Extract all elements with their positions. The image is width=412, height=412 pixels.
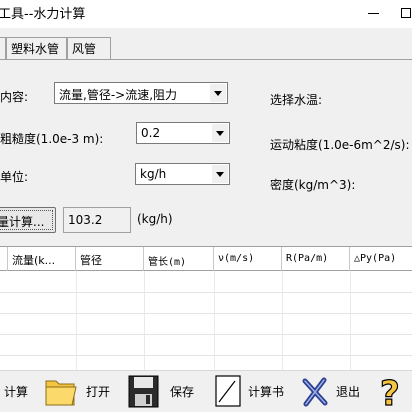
column-header-velocity[interactable]: ν(m/s) (214, 247, 282, 271)
results-table[interactable]: 流量(k... 管径 管长(m) ν(m/s) R(Pa/m) △Py(Pa) (0, 246, 412, 371)
calc-button-label: 计算 (4, 385, 29, 399)
tab-air-duct[interactable]: 风管 (67, 37, 111, 60)
help-question-icon: ? (379, 373, 400, 411)
help-button[interactable]: ? (376, 371, 412, 411)
column-header-diameter[interactable]: 管径 (76, 247, 144, 271)
table-col-line (76, 271, 77, 371)
calc-flow-button[interactable]: 量计算... (0, 207, 56, 233)
exit-x-icon (302, 377, 328, 407)
minimize-button[interactable] (360, 4, 390, 24)
content-label: 内容: (0, 90, 29, 104)
column-header-pressure-drop[interactable]: △Py(Pa) (350, 247, 412, 271)
report-button-label: 计算书 (248, 385, 285, 399)
open-button[interactable]: 打开 (44, 371, 120, 411)
density-label: 密度(kg/m^3): (270, 178, 356, 192)
floppy-disk-icon (128, 375, 159, 408)
roughness-label: 粗糙度(1.0e-3 m): (0, 132, 104, 146)
table-col-line (214, 271, 215, 371)
save-button[interactable]: 保存 (127, 371, 205, 411)
unit-label: 单位: (0, 170, 29, 184)
table-col-line (350, 271, 351, 371)
tab-air-duct-label: 风管 (72, 42, 97, 56)
exit-button-label: 退出 (336, 385, 361, 399)
chevron-down-icon[interactable] (212, 165, 228, 183)
maximize-button[interactable] (396, 4, 412, 24)
result-value: 103.2 (68, 213, 103, 227)
result-field: 103.2 (63, 207, 131, 233)
window-title: 工具--水力计算 (0, 7, 86, 22)
table-col-line (282, 271, 283, 371)
tab-plastic-pipe[interactable]: 塑料水管 (6, 37, 67, 60)
report-button[interactable]: 计算书 (213, 371, 293, 411)
chevron-down-icon[interactable] (212, 124, 228, 142)
report-document-icon (215, 375, 241, 407)
save-button-label: 保存 (170, 385, 195, 399)
tab-divider (0, 59, 412, 60)
roughness-select-value: 0.2 (141, 126, 161, 140)
chevron-down-icon[interactable] (210, 84, 226, 102)
column-header-flow[interactable]: 流量(k... (8, 247, 76, 271)
column-header-length[interactable]: 管长(m) (144, 247, 214, 271)
title-bar: 工具--水力计算 (0, 0, 412, 28)
table-header: 流量(k... 管径 管长(m) ν(m/s) R(Pa/m) △Py(Pa) (0, 247, 412, 271)
water-temp-label: 选择水温: (270, 93, 323, 107)
roughness-select[interactable]: 0.2 (136, 122, 230, 144)
result-unit: (kg/h) (137, 212, 173, 226)
column-header-resistance[interactable]: R(Pa/m) (282, 247, 350, 271)
tab-plastic-pipe-label: 塑料水管 (11, 42, 60, 56)
svg-text:?: ? (380, 374, 400, 411)
folder-icon (45, 380, 77, 406)
content-select[interactable]: 流量,管径->流速,阻力 (54, 82, 228, 104)
row-selector-header (0, 247, 8, 271)
unit-select[interactable]: kg/h (135, 163, 230, 185)
table-col-line (144, 271, 145, 371)
exit-button[interactable]: 退出 (298, 371, 370, 411)
calc-flow-button-label: 量计算... (0, 215, 45, 229)
calc-button[interactable]: 计算 (0, 371, 40, 411)
content-select-value: 流量,管径->流速,阻力 (59, 88, 178, 102)
open-button-label: 打开 (86, 385, 111, 399)
viscosity-label: 运动粘度(1.0e-6m^2/s): (270, 138, 410, 152)
unit-select-value: kg/h (140, 167, 167, 181)
